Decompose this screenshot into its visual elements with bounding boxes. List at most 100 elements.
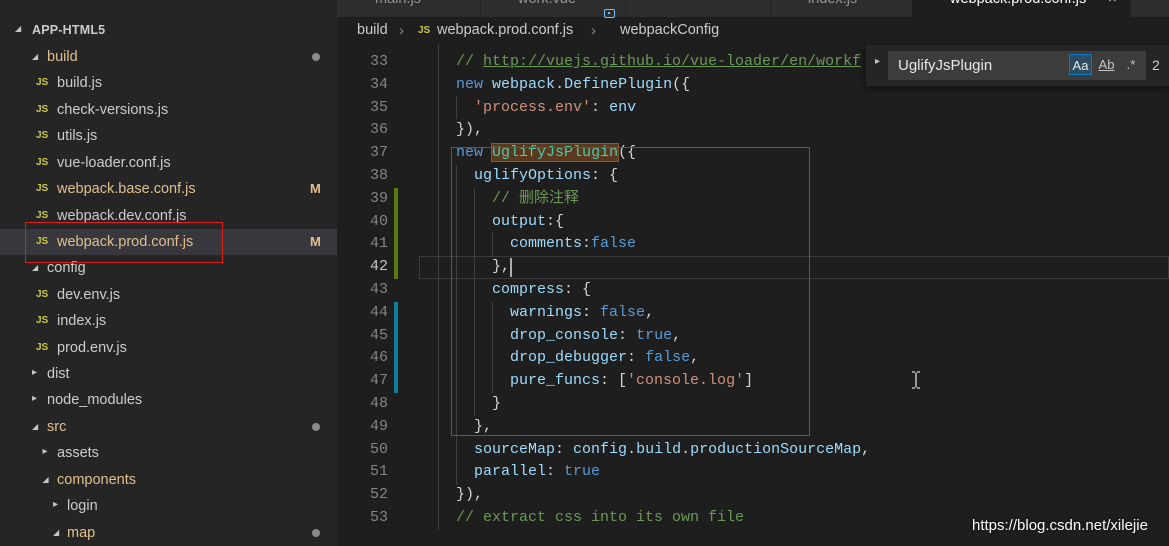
tree-item-check-versions-js[interactable]: JS check-versions.js bbox=[0, 97, 337, 123]
chevron-right-icon[interactable]: ▸ bbox=[32, 368, 37, 378]
match-whole-word-button[interactable]: Ab bbox=[1096, 54, 1117, 75]
code-token: . bbox=[627, 440, 637, 458]
find-widget: ▸ UglifyJsPlugin Aa Ab .* 2 bbox=[866, 45, 1169, 86]
chevron-down-icon[interactable]: ◢ bbox=[53, 528, 59, 537]
git-added-marker[interactable] bbox=[394, 188, 398, 279]
code-token: sourceMap bbox=[474, 440, 556, 458]
tree-item-label: build.js bbox=[57, 75, 103, 92]
tab-index-js[interactable]: index.js bbox=[770, 0, 913, 17]
js-file-icon: JS bbox=[36, 77, 49, 89]
line-number[interactable]: 37 bbox=[340, 142, 388, 165]
code-token: : bbox=[546, 463, 565, 481]
tree-item-label: vue-loader.conf.js bbox=[57, 154, 171, 171]
code-token: : bbox=[591, 98, 610, 116]
line-number[interactable]: 34 bbox=[340, 74, 388, 97]
annotation-box-sidebar bbox=[25, 222, 223, 263]
line-number[interactable]: 48 bbox=[340, 393, 388, 416]
line-number[interactable]: 51 bbox=[340, 461, 388, 484]
code-line[interactable]: 'process.env': env bbox=[420, 97, 636, 120]
chevron-down-icon[interactable]: ◢ bbox=[32, 53, 38, 61]
line-number[interactable]: 38 bbox=[340, 165, 388, 188]
code-line[interactable]: sourceMap: config.build.productionSource… bbox=[420, 439, 870, 462]
chevron-down-icon[interactable]: ◢ bbox=[15, 24, 21, 33]
js-file-icon: JS bbox=[418, 25, 431, 36]
line-number[interactable]: 35 bbox=[340, 97, 388, 120]
tree-item-dev-env-js[interactable]: JS dev.env.js bbox=[0, 282, 337, 308]
code-token: http://vuejs.github.io/vue-loader/en/wor… bbox=[483, 53, 862, 70]
line-number[interactable]: 49 bbox=[340, 416, 388, 439]
tree-item-utils-js[interactable]: JS utils.js bbox=[0, 123, 337, 149]
find-input[interactable]: UglifyJsPlugin Aa Ab .* bbox=[888, 51, 1146, 80]
tree-item-src[interactable]: ◢ src bbox=[0, 414, 337, 440]
git-modified-marker[interactable] bbox=[394, 302, 398, 393]
breadcrumb-symbol[interactable]: webpackConfig bbox=[620, 17, 719, 44]
code-line[interactable]: parallel: true bbox=[420, 461, 600, 484]
breadcrumb-file[interactable]: webpack.prod.conf.js bbox=[437, 17, 573, 44]
tree-item-components[interactable]: ◢ components bbox=[0, 467, 337, 493]
chevron-right-icon[interactable]: ▸ bbox=[53, 500, 58, 510]
code-token: productionSourceMap bbox=[690, 440, 862, 458]
code-line[interactable]: new webpack.DefinePlugin({ bbox=[420, 74, 690, 97]
tree-item-label: node_modules bbox=[47, 392, 143, 409]
tree-item-build[interactable]: ◢ build bbox=[0, 44, 337, 70]
tree-item-vue-loader-conf-js[interactable]: JS vue-loader.conf.js bbox=[0, 150, 337, 176]
code-token: // extract css into its own file bbox=[420, 509, 745, 526]
line-number[interactable]: 46 bbox=[340, 347, 388, 370]
chevron-down-icon[interactable]: ◢ bbox=[32, 422, 38, 431]
tree-item-login[interactable]: ▸ login bbox=[0, 493, 337, 519]
find-query-text[interactable]: UglifyJsPlugin bbox=[898, 51, 992, 80]
tree-item-label: prod.env.js bbox=[57, 339, 127, 356]
code-token: . bbox=[681, 440, 691, 458]
tree-item-label: dist bbox=[47, 366, 70, 383]
line-number[interactable]: 53 bbox=[340, 507, 388, 530]
code-line[interactable]: }), bbox=[420, 119, 483, 142]
modified-dot-icon bbox=[312, 53, 320, 61]
explorer-root-title[interactable]: APP-HTML5 bbox=[32, 23, 105, 37]
tree-item-dist[interactable]: ▸ dist bbox=[0, 361, 337, 387]
line-number[interactable]: 41 bbox=[340, 233, 388, 256]
tree-item-map[interactable]: ◢ map bbox=[0, 520, 337, 546]
line-number[interactable]: 52 bbox=[340, 484, 388, 507]
breadcrumb-folder[interactable]: build bbox=[357, 17, 388, 44]
line-number[interactable]: 50 bbox=[340, 439, 388, 462]
line-number[interactable]: 40 bbox=[340, 211, 388, 234]
close-icon[interactable]: × bbox=[1108, 0, 1117, 8]
tree-item-prod-env-js[interactable]: JS prod.env.js bbox=[0, 335, 337, 361]
line-number[interactable]: 45 bbox=[340, 325, 388, 348]
code-token: parallel bbox=[474, 463, 547, 481]
line-number[interactable]: 39 bbox=[340, 188, 388, 211]
chevron-right-icon[interactable]: ▸ bbox=[43, 447, 48, 457]
code-line[interactable]: // extract css into its own file bbox=[420, 507, 744, 530]
chevron-right-icon[interactable]: ▸ bbox=[32, 394, 37, 404]
tree-item-build-js[interactable]: JS build.js bbox=[0, 70, 337, 96]
tab-vue-file[interactable] bbox=[625, 0, 771, 17]
tab-bar: main.js work.vue index.js webpack.prod.c… bbox=[337, 0, 1169, 17]
tree-item-assets[interactable]: ▸ assets bbox=[0, 440, 337, 466]
tree-item-label: dev.env.js bbox=[57, 286, 121, 303]
line-number[interactable]: 47 bbox=[340, 370, 388, 393]
line-number[interactable]: 43 bbox=[340, 279, 388, 302]
tree-item-node-modules[interactable]: ▸ node_modules bbox=[0, 387, 337, 413]
line-number[interactable]: 42 bbox=[340, 256, 388, 279]
code-line[interactable]: }), bbox=[420, 484, 483, 507]
tree-item-index-js[interactable]: JS index.js bbox=[0, 308, 337, 334]
explorer-sidebar: ◢ APP-HTML5 ◢ build JS build.js JS check-vers… bbox=[0, 0, 337, 546]
match-case-button[interactable]: Aa bbox=[1069, 54, 1092, 75]
code-line[interactable]: // http://vuejs.github.io/vue-loader/en/… bbox=[420, 51, 861, 74]
chevron-down-icon[interactable]: ◢ bbox=[32, 264, 38, 272]
chevron-right-icon[interactable]: ▸ bbox=[875, 56, 880, 67]
tree-item-webpack-base-conf-js[interactable]: JS webpack.base.conf.js M bbox=[0, 176, 337, 202]
chevron-down-icon[interactable]: ◢ bbox=[43, 475, 49, 484]
tab-main-js[interactable]: main.js bbox=[337, 0, 481, 17]
tree-item-label: map bbox=[67, 524, 96, 541]
tree-item-label: check-versions.js bbox=[57, 101, 169, 118]
use-regex-button[interactable]: .* bbox=[1122, 54, 1140, 75]
line-number[interactable]: 33 bbox=[340, 51, 388, 74]
code-token: new bbox=[456, 75, 484, 93]
line-number[interactable]: 44 bbox=[340, 302, 388, 325]
line-number[interactable]: 36 bbox=[340, 119, 388, 142]
tab-webpack-prod-conf-js[interactable]: webpack.prod.conf.js × bbox=[912, 0, 1131, 17]
